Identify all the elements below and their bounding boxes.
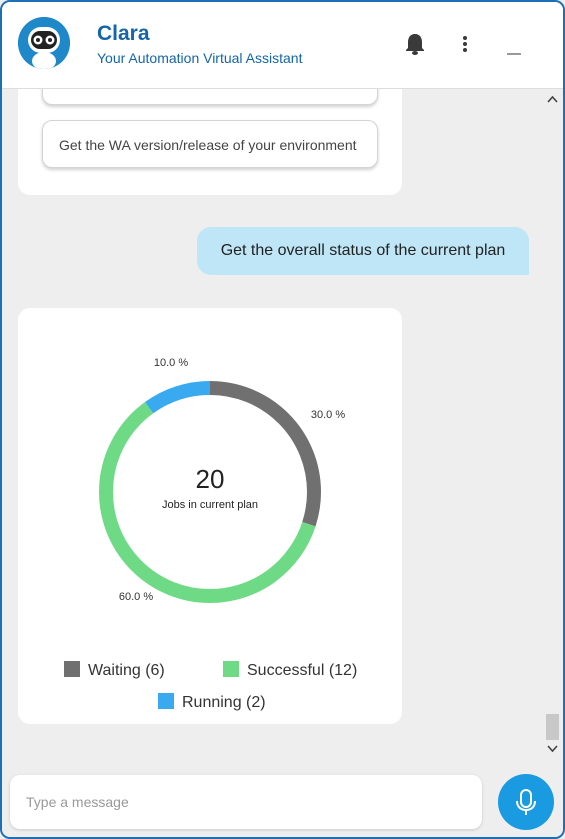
scrollbar-thumb[interactable] — [546, 714, 559, 740]
robot-icon — [18, 17, 70, 69]
mic-button[interactable] — [498, 774, 554, 830]
microphone-icon — [516, 789, 536, 815]
legend-swatch-waiting — [64, 661, 80, 677]
more-vert-icon[interactable] — [461, 36, 469, 57]
message-input[interactable] — [10, 775, 482, 829]
suggestion-chip-partial[interactable] — [42, 89, 378, 105]
chat-window: Clara Your Automation Virtual Assistant … — [0, 0, 565, 839]
chat-messages[interactable]: Get the WA version/release of your envir… — [2, 89, 563, 762]
legend-label-running: Running (2) — [182, 694, 266, 711]
assistant-name: Clara — [97, 22, 150, 45]
user-message: Get the overall status of the current pl… — [197, 227, 529, 275]
legend-item-running[interactable]: Running (2) — [158, 693, 266, 712]
legend-item-successful[interactable]: Successful (12) — [223, 661, 357, 680]
legend-swatch-successful — [223, 661, 239, 677]
percent-label-waiting: 30.0 % — [311, 409, 345, 421]
plan-status-card: 30.0 % 60.0 % 10.0 % 20 Jobs in current plan… — [18, 308, 402, 724]
scroll-up-icon[interactable] — [547, 95, 558, 103]
bot-avatar — [18, 17, 70, 69]
legend-swatch-running — [158, 693, 174, 709]
suggestion-chip-wa-version[interactable]: Get the WA version/release of your envir… — [42, 120, 378, 168]
legend-label-successful: Successful (12) — [247, 662, 358, 679]
assistant-subtitle: Your Automation Virtual Assistant — [97, 50, 303, 66]
chat-scrollbar[interactable] — [544, 89, 561, 762]
percent-label-running: 10.0 % — [154, 357, 188, 369]
donut-chart: 30.0 % 60.0 % 10.0 % 20 Jobs in current plan — [99, 357, 345, 603]
message-composer — [2, 762, 563, 837]
suggestions-card: Get the WA version/release of your envir… — [18, 89, 402, 195]
legend-item-waiting[interactable]: Waiting (6) — [64, 661, 165, 680]
chat-header: Clara Your Automation Virtual Assistant — [2, 2, 563, 89]
chart-center-label: Jobs in current plan — [162, 499, 258, 511]
scroll-down-icon[interactable] — [547, 745, 558, 753]
legend-label-waiting: Waiting (6) — [88, 662, 165, 679]
minimize-icon[interactable] — [507, 43, 521, 61]
percent-label-successful: 60.0 % — [119, 591, 153, 603]
chart-center-value: 20 — [196, 464, 225, 494]
bell-icon[interactable] — [404, 32, 426, 61]
